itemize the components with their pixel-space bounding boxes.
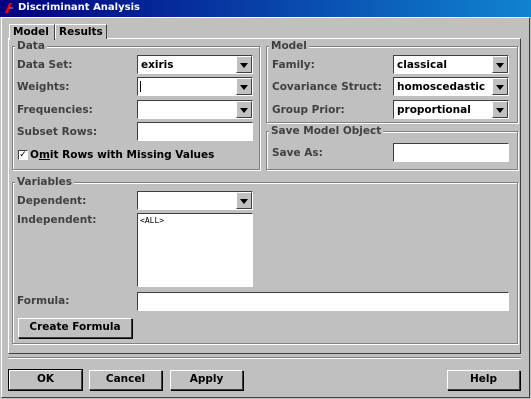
chevron-down-icon	[240, 63, 248, 68]
tab-results-label: Results	[59, 26, 103, 38]
omit-rows-label[interactable]: Omit Rows with Missing Values	[30, 149, 214, 161]
dependent-label: Dependent:	[17, 195, 87, 207]
list-item[interactable]: <ALL>	[140, 216, 164, 225]
covariance-label: Covariance Struct:	[272, 81, 382, 93]
title-bar[interactable]: Discriminant Analysis	[0, 0, 531, 17]
ok-label: OK	[36, 373, 55, 385]
cancel-button[interactable]: Cancel	[89, 370, 162, 390]
group-prior-value: proportional	[397, 104, 471, 116]
data-set-label: Data Set:	[17, 59, 73, 71]
weights-label: Weights:	[17, 81, 70, 93]
omit-rows-label-post: it Rows with Missing Values	[49, 149, 215, 161]
ok-button[interactable]: OK	[8, 369, 83, 391]
apply-label: Apply	[189, 373, 224, 385]
family-value: classical	[397, 59, 447, 71]
tab-model[interactable]: Model	[9, 24, 55, 40]
weights-dropdown-button[interactable]	[236, 78, 252, 95]
app-icon	[5, 3, 13, 13]
formula-label: Formula:	[17, 295, 70, 307]
family-dropdown-button[interactable]	[492, 56, 508, 73]
create-formula-label: Create Formula	[29, 321, 121, 333]
covariance-combo[interactable]: homoscedastic	[393, 77, 509, 96]
save-as-input[interactable]	[393, 143, 509, 162]
data-set-dropdown-button[interactable]	[236, 56, 252, 73]
dependent-combo[interactable]	[137, 191, 253, 210]
covariance-dropdown-button[interactable]	[492, 78, 508, 95]
frequencies-label: Frequencies:	[17, 104, 93, 116]
group-prior-combo[interactable]: proportional	[393, 100, 509, 119]
help-label: Help	[469, 373, 498, 385]
group-prior-dropdown-button[interactable]	[492, 101, 508, 118]
frequencies-dropdown-button[interactable]	[236, 101, 252, 118]
check-mark-icon: ✓	[19, 150, 27, 160]
tab-results[interactable]: Results	[55, 24, 107, 39]
chevron-down-icon	[240, 85, 248, 90]
data-set-value: exiris	[141, 59, 174, 71]
independent-listbox[interactable]: <ALL>	[137, 213, 253, 287]
subset-rows-label: Subset Rows:	[17, 126, 98, 138]
dependent-dropdown-button[interactable]	[236, 192, 252, 209]
chevron-down-icon	[496, 85, 504, 90]
independent-label: Independent:	[17, 214, 97, 226]
family-label: Family:	[272, 59, 315, 71]
model-group-title: Model	[269, 40, 309, 52]
omit-rows-checkbox[interactable]: ✓	[18, 150, 28, 160]
save-as-label: Save As:	[272, 147, 323, 159]
covariance-value: homoscedastic	[397, 81, 486, 93]
weights-combo[interactable]	[137, 77, 253, 96]
apply-button[interactable]: Apply	[170, 370, 243, 390]
omit-rows-label-key: m	[38, 149, 50, 161]
formula-input[interactable]	[137, 292, 509, 311]
omit-rows-label-pre: O	[30, 149, 39, 161]
cancel-label: Cancel	[105, 373, 146, 385]
text-caret	[140, 81, 141, 92]
tab-model-label: Model	[13, 26, 49, 38]
chevron-down-icon	[240, 199, 248, 204]
family-combo[interactable]: classical	[393, 55, 509, 74]
data-group-title: Data	[15, 40, 47, 52]
subset-rows-input[interactable]	[137, 122, 253, 141]
window-title: Discriminant Analysis	[18, 2, 140, 13]
help-button[interactable]: Help	[447, 370, 520, 390]
create-formula-button[interactable]: Create Formula	[18, 318, 132, 338]
data-set-combo[interactable]: exiris	[137, 55, 253, 74]
divider	[8, 357, 521, 359]
save-model-group-title: Save Model Object	[269, 125, 384, 137]
frequencies-combo[interactable]	[137, 100, 253, 119]
variables-group-title: Variables	[15, 176, 74, 188]
group-prior-label: Group Prior:	[272, 104, 345, 116]
chevron-down-icon	[496, 63, 504, 68]
chevron-down-icon	[496, 108, 504, 113]
chevron-down-icon	[240, 108, 248, 113]
